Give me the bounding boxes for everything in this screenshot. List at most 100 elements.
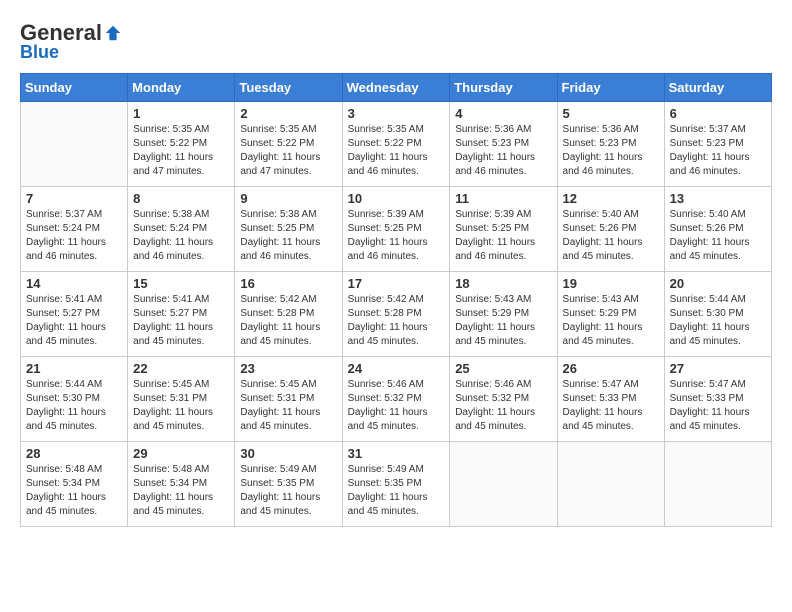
sunset-text: Sunset: 5:23 PM [563,137,659,151]
day-info: Sunrise: 5:43 AMSunset: 5:29 PMDaylight:… [563,293,659,349]
calendar-cell: 5 Sunrise: 5:36 AMSunset: 5:23 PMDaylight… [557,102,664,187]
sunset-text: Sunset: 5:35 PM [348,477,445,491]
week-row-5: 28Sunrise: 5:48 AMSunset: 5:34 PMDayligh… [21,442,772,527]
sunset-text: Sunset: 5:28 PM [240,307,336,321]
sunrise-text: Sunrise: 5:41 AM [26,293,122,307]
calendar-cell: 12 Sunrise: 5:40 AMSunset: 5:26 PMDayligh… [557,187,664,272]
day-number: 11 [455,191,551,206]
sunset-text: Sunset: 5:27 PM [26,307,122,321]
daylight-text: Daylight: 11 hours and 45 minutes. [240,491,336,519]
day-info: Sunrise: 5:44 AMSunset: 5:30 PMDaylight:… [26,378,122,434]
day-number: 10 [348,191,445,206]
day-info: Sunrise: 5:45 AMSunset: 5:31 PMDaylight:… [133,378,229,434]
daylight-text: Daylight: 11 hours and 46 minutes. [455,236,551,264]
sunrise-text: Sunrise: 5:38 AM [133,208,229,222]
day-number: 15 [133,276,229,291]
calendar-cell: 11Sunrise: 5:39 AMSunset: 5:25 PMDayligh… [450,187,557,272]
sunrise-text: Sunrise: 5:41 AM [133,293,229,307]
day-info: Sunrise: 5:44 AMSunset: 5:30 PMDaylight:… [670,293,766,349]
daylight-text: Daylight: 11 hours and 45 minutes. [240,406,336,434]
sunrise-text: Sunrise: 5:35 AM [133,123,229,137]
day-info: Sunrise: 5:47 AMSunset: 5:33 PMDaylight:… [670,378,766,434]
daylight-text: Daylight: 11 hours and 45 minutes. [348,321,445,349]
logo: General Blue [20,20,122,63]
sunset-text: Sunset: 5:35 PM [240,477,336,491]
sunset-text: Sunset: 5:32 PM [348,392,445,406]
calendar-cell: 23Sunrise: 5:45 AMSunset: 5:31 PMDayligh… [235,357,342,442]
daylight-text: Daylight: 11 hours and 46 minutes. [240,236,336,264]
day-info: Sunrise: 5:36 AMSunset: 5:23 PMDaylight:… [455,123,551,179]
daylight-text: Daylight: 11 hours and 46 minutes. [133,236,229,264]
sunset-text: Sunset: 5:22 PM [240,137,336,151]
sunset-text: Sunset: 5:23 PM [670,137,766,151]
daylight-text: Daylight: 11 hours and 45 minutes. [348,406,445,434]
day-number: 29 [133,446,229,461]
week-row-1: 1Sunrise: 5:35 AMSunset: 5:22 PMDaylight… [21,102,772,187]
day-info: Sunrise: 5:36 AMSunset: 5:23 PMDaylight:… [563,123,659,179]
daylight-text: Daylight: 11 hours and 45 minutes. [563,236,659,264]
day-number: 25 [455,361,551,376]
day-number: 12 [563,191,659,206]
calendar-cell [664,442,771,527]
calendar-cell: 18Sunrise: 5:43 AMSunset: 5:29 PMDayligh… [450,272,557,357]
calendar-cell: 10Sunrise: 5:39 AMSunset: 5:25 PMDayligh… [342,187,450,272]
day-number: 8 [133,191,229,206]
calendar-cell: 24 Sunrise: 5:46 AMSunset: 5:32 PMDayligh… [342,357,450,442]
weekday-header-friday: Friday [557,74,664,102]
day-number: 24 [348,361,445,376]
sunset-text: Sunset: 5:26 PM [563,222,659,236]
daylight-text: Daylight: 11 hours and 45 minutes. [240,321,336,349]
calendar-cell [450,442,557,527]
day-info: Sunrise: 5:38 AMSunset: 5:25 PMDaylight:… [240,208,336,264]
day-info: Sunrise: 5:46 AMSunset: 5:32 PMDaylight:… [348,378,445,434]
daylight-text: Daylight: 11 hours and 46 minutes. [26,236,122,264]
day-info: Sunrise: 5:40 AMSunset: 5:26 PMDaylight:… [670,208,766,264]
calendar-table: SundayMondayTuesdayWednesdayThursdayFrid… [20,73,772,527]
weekday-header-thursday: Thursday [450,74,557,102]
daylight-text: Daylight: 11 hours and 45 minutes. [563,406,659,434]
logo-icon [104,24,122,42]
day-number: 27 [670,361,766,376]
day-number: 16 [240,276,336,291]
week-row-3: 14Sunrise: 5:41 AMSunset: 5:27 PMDayligh… [21,272,772,357]
calendar-cell: 6Sunrise: 5:37 AMSunset: 5:23 PMDaylight… [664,102,771,187]
daylight-text: Daylight: 11 hours and 47 minutes. [240,151,336,179]
calendar-cell: 15Sunrise: 5:41 AMSunset: 5:27 PMDayligh… [128,272,235,357]
week-row-4: 21 Sunrise: 5:44 AMSunset: 5:30 PMDayligh… [21,357,772,442]
logo-blue-text: Blue [20,42,59,63]
calendar-cell: 21 Sunrise: 5:44 AMSunset: 5:30 PMDayligh… [21,357,128,442]
day-number: 21 [26,361,122,376]
sunrise-text: Sunrise: 5:46 AM [455,378,551,392]
day-number: 14 [26,276,122,291]
daylight-text: Daylight: 11 hours and 45 minutes. [133,321,229,349]
calendar-cell [21,102,128,187]
sunset-text: Sunset: 5:33 PM [670,392,766,406]
sunrise-text: Sunrise: 5:49 AM [348,463,445,477]
weekday-header-row: SundayMondayTuesdayWednesdayThursdayFrid… [21,74,772,102]
sunset-text: Sunset: 5:31 PM [240,392,336,406]
day-info: Sunrise: 5:48 AMSunset: 5:34 PMDaylight:… [133,463,229,519]
weekday-header-tuesday: Tuesday [235,74,342,102]
daylight-text: Daylight: 11 hours and 45 minutes. [670,236,766,264]
day-number: 26 [563,361,659,376]
calendar-cell: 27 Sunrise: 5:47 AMSunset: 5:33 PMDayligh… [664,357,771,442]
sunrise-text: Sunrise: 5:40 AM [563,208,659,222]
day-info: Sunrise: 5:42 AMSunset: 5:28 PMDaylight:… [240,293,336,349]
day-number: 9 [240,191,336,206]
sunset-text: Sunset: 5:28 PM [348,307,445,321]
day-info: Sunrise: 5:40 AMSunset: 5:26 PMDaylight:… [563,208,659,264]
sunrise-text: Sunrise: 5:43 AM [563,293,659,307]
daylight-text: Daylight: 11 hours and 46 minutes. [563,151,659,179]
day-number: 5 [563,106,659,121]
calendar-cell: 20Sunrise: 5:44 AMSunset: 5:30 PMDayligh… [664,272,771,357]
sunrise-text: Sunrise: 5:49 AM [240,463,336,477]
sunset-text: Sunset: 5:26 PM [670,222,766,236]
calendar-cell: 30Sunrise: 5:49 AMSunset: 5:35 PMDayligh… [235,442,342,527]
sunrise-text: Sunrise: 5:37 AM [670,123,766,137]
day-info: Sunrise: 5:35 AMSunset: 5:22 PMDaylight:… [240,123,336,179]
day-info: Sunrise: 5:35 AMSunset: 5:22 PMDaylight:… [348,123,445,179]
sunrise-text: Sunrise: 5:47 AM [670,378,766,392]
sunrise-text: Sunrise: 5:40 AM [670,208,766,222]
daylight-text: Daylight: 11 hours and 46 minutes. [455,151,551,179]
day-number: 22 [133,361,229,376]
